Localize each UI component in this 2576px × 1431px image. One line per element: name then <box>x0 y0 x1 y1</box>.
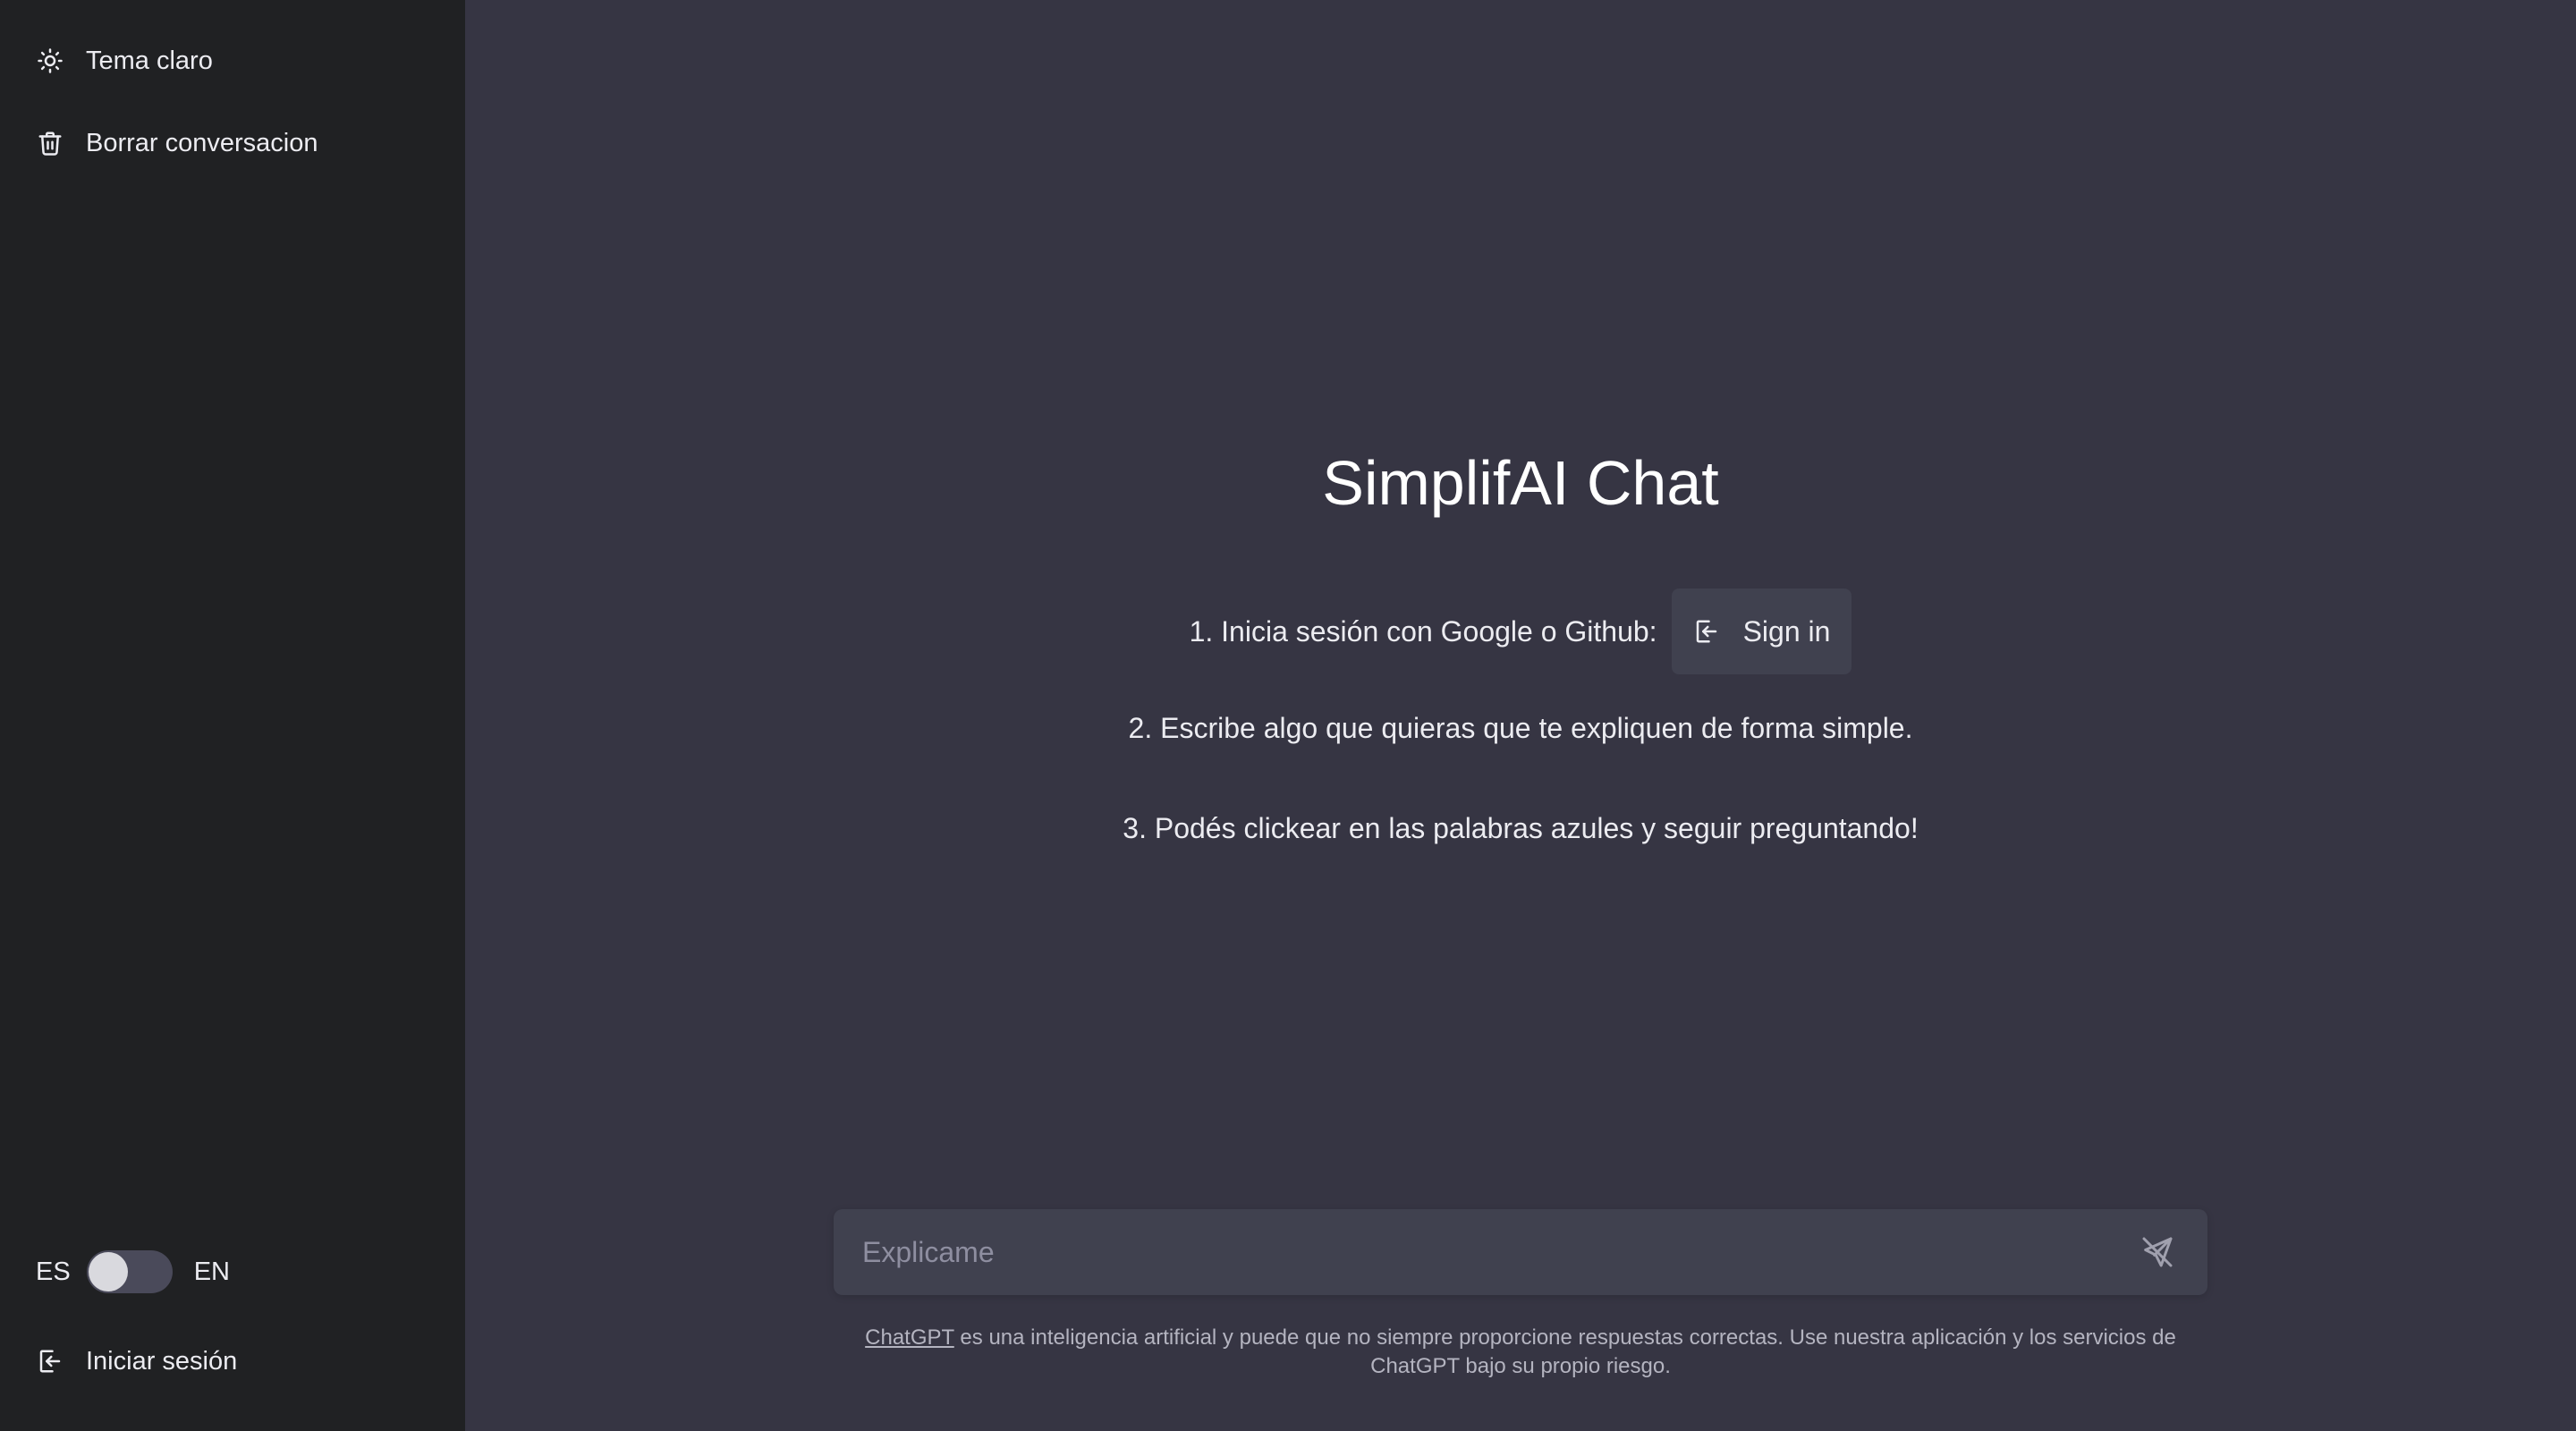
sign-in-label: Sign in <box>1742 614 1831 648</box>
sidebar-top: Tema claro Borrar conversacion <box>0 0 465 186</box>
page-title: SimplifAI Chat <box>1322 448 1719 518</box>
step-2-text: 2. Escribe algo que quieras que te expli… <box>1128 711 1913 744</box>
theme-toggle-label: Tema claro <box>86 46 213 75</box>
login-button[interactable]: Iniciar sesión <box>0 1322 465 1401</box>
sign-in-button[interactable]: Sign in <box>1671 588 1852 674</box>
clear-conversation-button[interactable]: Borrar conversacion <box>0 104 465 182</box>
send-button[interactable] <box>2136 1231 2179 1274</box>
app: Tema claro Borrar conversacion ES EN Ini… <box>0 0 2576 1431</box>
chat-input-container <box>834 1209 2207 1295</box>
sun-icon <box>36 47 64 75</box>
login-label: Iniciar sesión <box>86 1346 238 1376</box>
language-switch[interactable] <box>86 1250 173 1293</box>
step-1-text: 1. Inicia sesión con Google o Github: <box>1189 614 1657 648</box>
step-3-text: 3. Podés clickear en las palabras azules… <box>1123 811 1919 844</box>
clear-conversation-label: Borrar conversacion <box>86 128 318 157</box>
sidebar-bottom: ES EN Iniciar sesión <box>0 1236 465 1431</box>
login-icon <box>1693 617 1722 646</box>
step-3: 3. Podés clickear en las palabras azules… <box>1123 796 1918 860</box>
step-1: 1. Inicia sesión con Google o Github: Si… <box>1190 588 1852 674</box>
language-en-label: EN <box>193 1257 230 1286</box>
language-switch-knob <box>88 1252 128 1291</box>
login-icon <box>36 1347 64 1376</box>
chat-input[interactable] <box>862 1235 2136 1269</box>
send-icon <box>2140 1234 2175 1270</box>
welcome-panel: SimplifAI Chat 1. Inicia sesión con Goog… <box>465 447 2576 860</box>
trash-icon <box>36 129 64 157</box>
chatgpt-link[interactable]: ChatGPT <box>865 1325 954 1350</box>
disclaimer-text: es una inteligencia artificial y puede q… <box>953 1325 2176 1378</box>
main-area: SimplifAI Chat 1. Inicia sesión con Goog… <box>465 0 2576 1431</box>
language-toggle: ES EN <box>0 1236 465 1308</box>
theme-toggle-button[interactable]: Tema claro <box>0 21 465 100</box>
step-2: 2. Escribe algo que quieras que te expli… <box>1129 696 1913 760</box>
sidebar: Tema claro Borrar conversacion ES EN Ini… <box>0 0 465 1431</box>
disclaimer: ChatGPT es una inteligencia artificial y… <box>834 1324 2207 1381</box>
language-es-label: ES <box>36 1257 71 1286</box>
